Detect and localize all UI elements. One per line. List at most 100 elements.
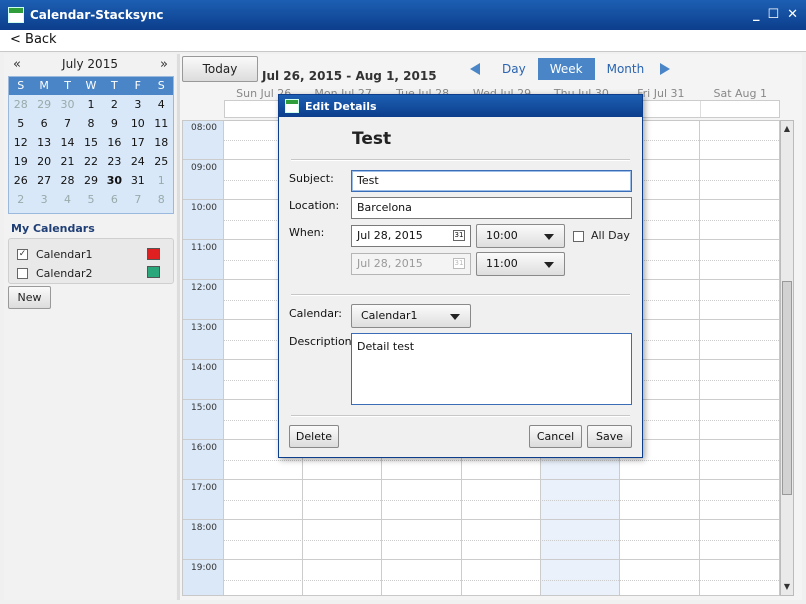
calendar1-checkbox[interactable]: ✓	[17, 248, 28, 260]
mini-calendar-day[interactable]: 31	[126, 171, 149, 190]
dialog-titlebar[interactable]: Edit Details	[279, 95, 642, 117]
mini-calendar-day[interactable]: 6	[103, 190, 126, 209]
calendar-dropdown[interactable]: Calendar1	[351, 304, 471, 328]
next-week-arrow-icon[interactable]	[660, 63, 671, 75]
location-field[interactable]: Barcelona	[351, 197, 632, 219]
mini-calendar-day[interactable]: 8	[150, 190, 173, 209]
mini-calendar-day[interactable]: 2	[9, 190, 32, 209]
mini-calendar-day[interactable]: 24	[126, 152, 149, 171]
new-calendar-button[interactable]: New	[8, 286, 51, 309]
mini-calendar-day[interactable]: 30	[103, 171, 126, 190]
tab-day[interactable]: Day	[490, 58, 538, 80]
delete-button[interactable]: Delete	[289, 425, 339, 448]
mini-calendar-day[interactable]: 10	[126, 114, 149, 133]
weekday-label: S	[157, 79, 165, 92]
calendar-item[interactable]: Calendar2	[17, 264, 92, 282]
mini-calendar-day[interactable]: 3	[126, 95, 149, 114]
calendar2-color-dropdown[interactable]	[147, 266, 160, 278]
mini-calendar-day[interactable]: 9	[103, 114, 126, 133]
mini-calendar-day[interactable]: 20	[32, 152, 55, 171]
chevron-down-icon	[450, 314, 460, 320]
mini-calendar-day[interactable]: 2	[103, 95, 126, 114]
subject-label: Subject:	[289, 172, 334, 185]
close-button[interactable]: ✕	[787, 7, 798, 22]
mini-calendar-month: July 2015	[62, 57, 118, 71]
scroll-down-icon[interactable]: ▼	[782, 581, 792, 593]
vertical-scrollbar[interactable]: ▲ ▼	[780, 120, 794, 596]
mini-calendar-day[interactable]: 21	[56, 152, 79, 171]
mini-calendar-day[interactable]: 25	[150, 152, 173, 171]
mini-calendar-day[interactable]: 7	[126, 190, 149, 209]
mini-calendar-day[interactable]: 26	[9, 171, 32, 190]
weekday-label: M	[39, 79, 49, 92]
end-time-dropdown[interactable]: 11:00	[476, 252, 565, 276]
mini-calendar-day[interactable]: 17	[126, 133, 149, 152]
mini-calendar-day[interactable]: 29	[32, 95, 55, 114]
mini-calendar-day[interactable]: 18	[150, 133, 173, 152]
start-date-field[interactable]: Jul 28, 2015 31	[351, 225, 471, 247]
subject-field[interactable]: Test	[351, 170, 632, 192]
mini-calendar-day[interactable]: 4	[150, 95, 173, 114]
hour-row[interactable]: 17:00	[183, 479, 779, 519]
hour-label: 14:00	[191, 363, 217, 373]
description-textarea[interactable]: Detail test	[351, 333, 632, 405]
save-button[interactable]: Save	[587, 425, 632, 448]
mini-calendar-day[interactable]: 1	[79, 95, 102, 114]
back-button[interactable]: < Back	[10, 32, 57, 47]
mini-calendar-day[interactable]: 29	[79, 171, 102, 190]
mini-calendar-week: 19 20 21 22 23 24 25	[9, 152, 173, 171]
calendar-app-icon	[8, 7, 24, 23]
mini-calendar-day[interactable]: 4	[56, 190, 79, 209]
hour-label: 16:00	[191, 443, 217, 453]
mini-calendar-day[interactable]: 27	[32, 171, 55, 190]
view-navigation: Day Week Month	[470, 58, 671, 80]
cancel-button[interactable]: Cancel	[529, 425, 582, 448]
calendar-item[interactable]: ✓ Calendar1	[17, 245, 92, 263]
mini-calendar-week: 2345678	[9, 190, 173, 209]
mini-calendar-day[interactable]: 19	[9, 152, 32, 171]
hour-label: 08:00	[191, 123, 217, 133]
calendar-picker-icon[interactable]: 31	[453, 230, 465, 241]
hour-row[interactable]: 19:00	[183, 559, 779, 595]
date-range-label: Jul 26, 2015 - Aug 1, 2015	[262, 69, 437, 83]
left-panel: « July 2015 » SMTWTFS 28 29 30 1 2 3 4 5 6 7 8 9 10 1…	[4, 54, 176, 600]
mini-calendar-day[interactable]: 8	[79, 114, 102, 133]
mini-calendar-day[interactable]: 23	[103, 152, 126, 171]
mini-calendar-day[interactable]: 11	[150, 114, 173, 133]
next-month-button[interactable]: »	[160, 57, 168, 72]
mini-calendar-day[interactable]: 22	[79, 152, 102, 171]
mini-calendar-day[interactable]: 1	[150, 171, 173, 190]
mini-calendar-day[interactable]: 28	[9, 95, 32, 114]
calendar-list: ✓ Calendar1 Calendar2	[8, 238, 174, 284]
hour-row[interactable]: 18:00	[183, 519, 779, 559]
scroll-up-icon[interactable]: ▲	[782, 123, 792, 135]
mini-calendar-day[interactable]: 3	[32, 190, 55, 209]
mini-calendar-day[interactable]: 6	[32, 114, 55, 133]
mini-calendar-day[interactable]: 7	[56, 114, 79, 133]
mini-calendar-day[interactable]: 5	[9, 114, 32, 133]
hour-label: 18:00	[191, 523, 217, 533]
scrollbar-thumb[interactable]	[782, 281, 792, 495]
dialog-title: Edit Details	[305, 99, 377, 113]
all-day-checkbox[interactable]	[573, 231, 584, 242]
mini-calendar-day[interactable]: 14	[56, 133, 79, 152]
tab-month[interactable]: Month	[595, 58, 657, 80]
mini-calendar-day[interactable]: 12	[9, 133, 32, 152]
location-label: Location:	[289, 199, 340, 212]
minimize-button[interactable]: _	[753, 7, 760, 22]
mini-calendar-day[interactable]: 5	[79, 190, 102, 209]
calendar2-checkbox[interactable]	[17, 267, 28, 279]
prev-week-arrow-icon[interactable]	[470, 63, 480, 75]
start-time-dropdown[interactable]: 10:00	[476, 224, 565, 248]
divider	[291, 415, 630, 417]
maximize-button[interactable]: ☐	[767, 7, 779, 22]
mini-calendar-day[interactable]: 28	[56, 171, 79, 190]
tab-week[interactable]: Week	[537, 58, 595, 80]
mini-calendar-day[interactable]: 15	[79, 133, 102, 152]
mini-calendar-day[interactable]: 13	[32, 133, 55, 152]
mini-calendar-day[interactable]: 30	[56, 95, 79, 114]
hour-label: 17:00	[191, 483, 217, 493]
calendar1-color-dropdown[interactable]	[147, 248, 160, 260]
mini-calendar-day[interactable]: 16	[103, 133, 126, 152]
today-button[interactable]: Today	[182, 56, 258, 82]
